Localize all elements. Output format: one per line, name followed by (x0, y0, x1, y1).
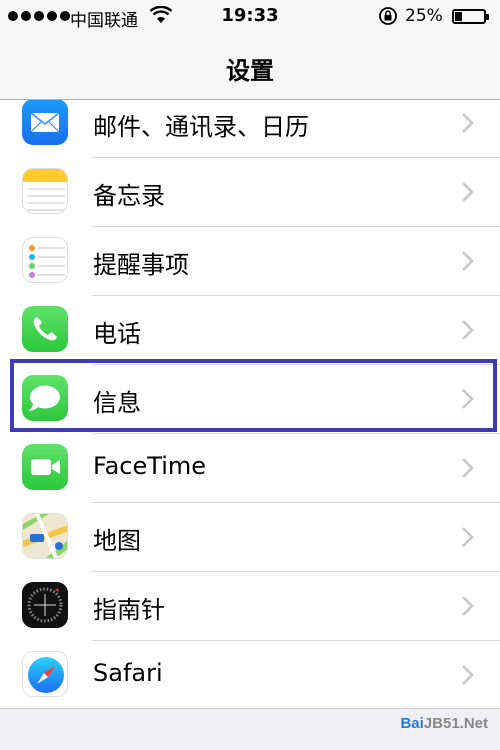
settings-row-maps[interactable]: 地图 (0, 503, 500, 572)
battery-fill (455, 12, 462, 21)
settings-row-label: Safari (93, 659, 163, 687)
notes-icon (22, 168, 68, 214)
mail-icon (22, 100, 68, 145)
chevron-right-icon (462, 665, 474, 685)
watermark: BaiJB51.Net (400, 715, 488, 732)
page-title: 设置 (226, 57, 274, 85)
maps-icon (22, 513, 68, 559)
chevron-right-icon (462, 596, 474, 616)
settings-row-label: 提醒事项 (93, 251, 189, 279)
phone-icon (22, 306, 68, 352)
settings-row-facetime[interactable]: FaceTime (0, 434, 500, 503)
settings-row-label: 备忘录 (93, 182, 165, 210)
settings-row-mail[interactable]: 邮件、通讯录、日历 (0, 100, 500, 158)
chevron-right-icon (462, 320, 474, 340)
facetime-icon (22, 444, 68, 490)
settings-row-label: 邮件、通讯录、日历 (93, 113, 309, 141)
highlight-box (10, 359, 497, 432)
settings-row-label: 指南针 (93, 596, 165, 624)
battery-icon (452, 9, 489, 24)
chevron-right-icon (462, 251, 474, 271)
chevron-right-icon (462, 458, 474, 478)
settings-row-safari[interactable]: Safari (0, 641, 500, 708)
settings-row-label: FaceTime (93, 452, 207, 480)
safari-icon (22, 651, 68, 697)
status-bar: 中国联通 19:33 25% (0, 0, 500, 34)
chevron-right-icon (462, 527, 474, 547)
navigation-bar: 设置 (0, 34, 500, 100)
compass-icon (22, 582, 68, 628)
settings-row-phone[interactable]: 电话 (0, 296, 500, 365)
battery-percentage: 25% (405, 6, 443, 26)
settings-row-notes[interactable]: 备忘录 (0, 158, 500, 227)
settings-row-label: 地图 (93, 527, 141, 555)
settings-row-label: 电话 (93, 320, 141, 348)
chevron-right-icon (462, 182, 474, 202)
settings-row-reminders[interactable]: 提醒事项 (0, 227, 500, 296)
reminders-icon (22, 237, 68, 283)
settings-row-compass[interactable]: 指南针 (0, 572, 500, 641)
chevron-right-icon (462, 113, 474, 133)
rotation-lock-icon (379, 7, 397, 25)
